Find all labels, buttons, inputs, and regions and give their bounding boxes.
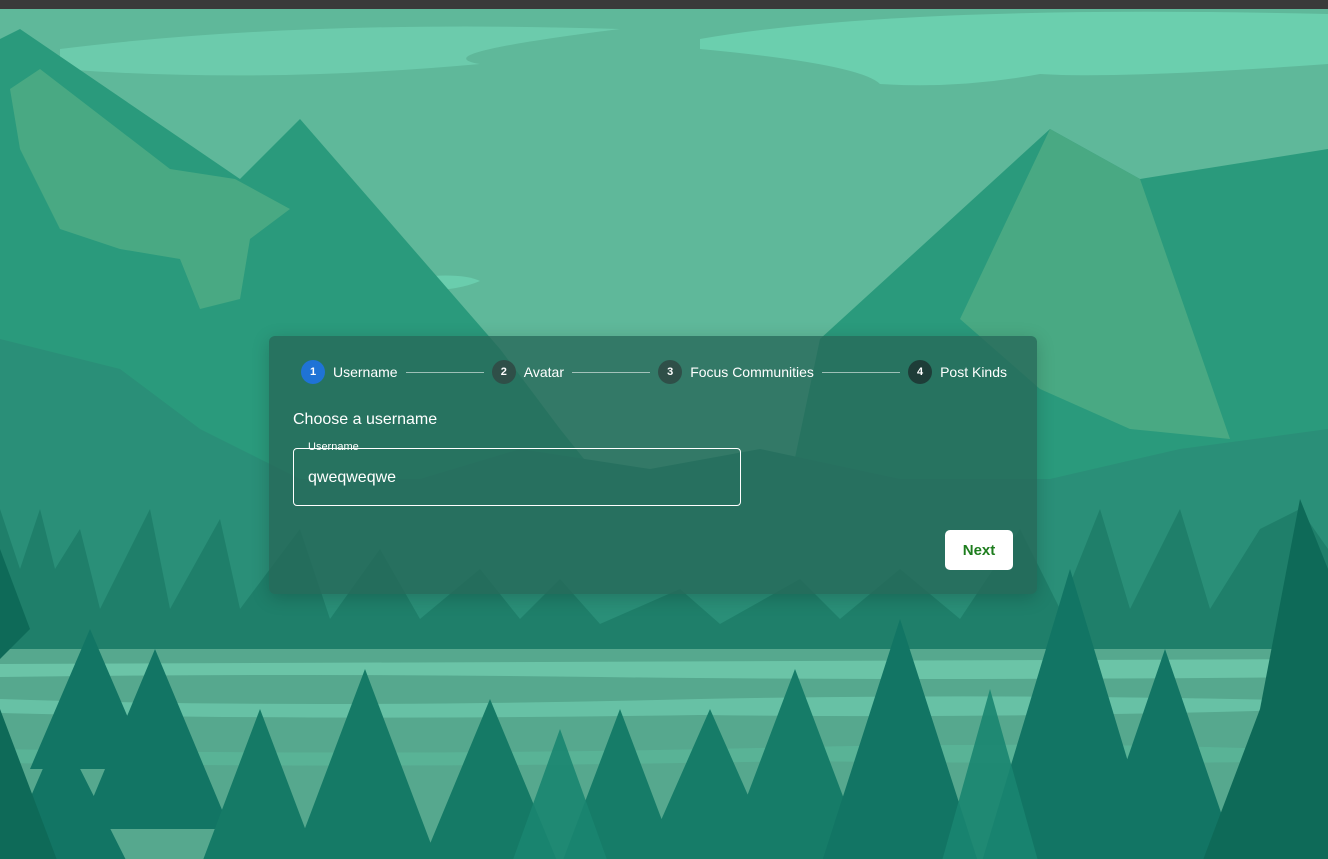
step-label: Post Kinds — [940, 364, 1008, 380]
onboarding-stepper: 1 Username 2 Avatar 3 Focus Communities … — [301, 360, 1007, 384]
step-number: 3 — [658, 360, 683, 384]
step-connector — [821, 371, 901, 373]
step-connector — [572, 371, 651, 373]
window-top-bar — [0, 0, 1328, 9]
username-field[interactable]: Username — [293, 441, 741, 506]
step-label: Username — [333, 364, 398, 380]
step-number: 4 — [908, 360, 933, 384]
step-label: Avatar — [523, 364, 564, 380]
username-input[interactable] — [308, 467, 728, 489]
username-field-label: Username — [308, 441, 359, 453]
step-post-kinds[interactable]: 4 Post Kinds — [908, 360, 1007, 384]
step-avatar[interactable]: 2 Avatar — [491, 360, 564, 384]
step-username[interactable]: 1 Username — [301, 360, 398, 384]
step-number: 1 — [301, 360, 325, 384]
next-button[interactable]: Next — [945, 530, 1013, 570]
step-number: 2 — [491, 360, 516, 384]
onboarding-card: 1 Username 2 Avatar 3 Focus Communities … — [269, 336, 1037, 594]
form-title: Choose a username — [293, 411, 438, 428]
step-connector — [405, 371, 484, 373]
step-focus-communities[interactable]: 3 Focus Communities — [658, 360, 814, 384]
step-label: Focus Communities — [690, 364, 814, 380]
